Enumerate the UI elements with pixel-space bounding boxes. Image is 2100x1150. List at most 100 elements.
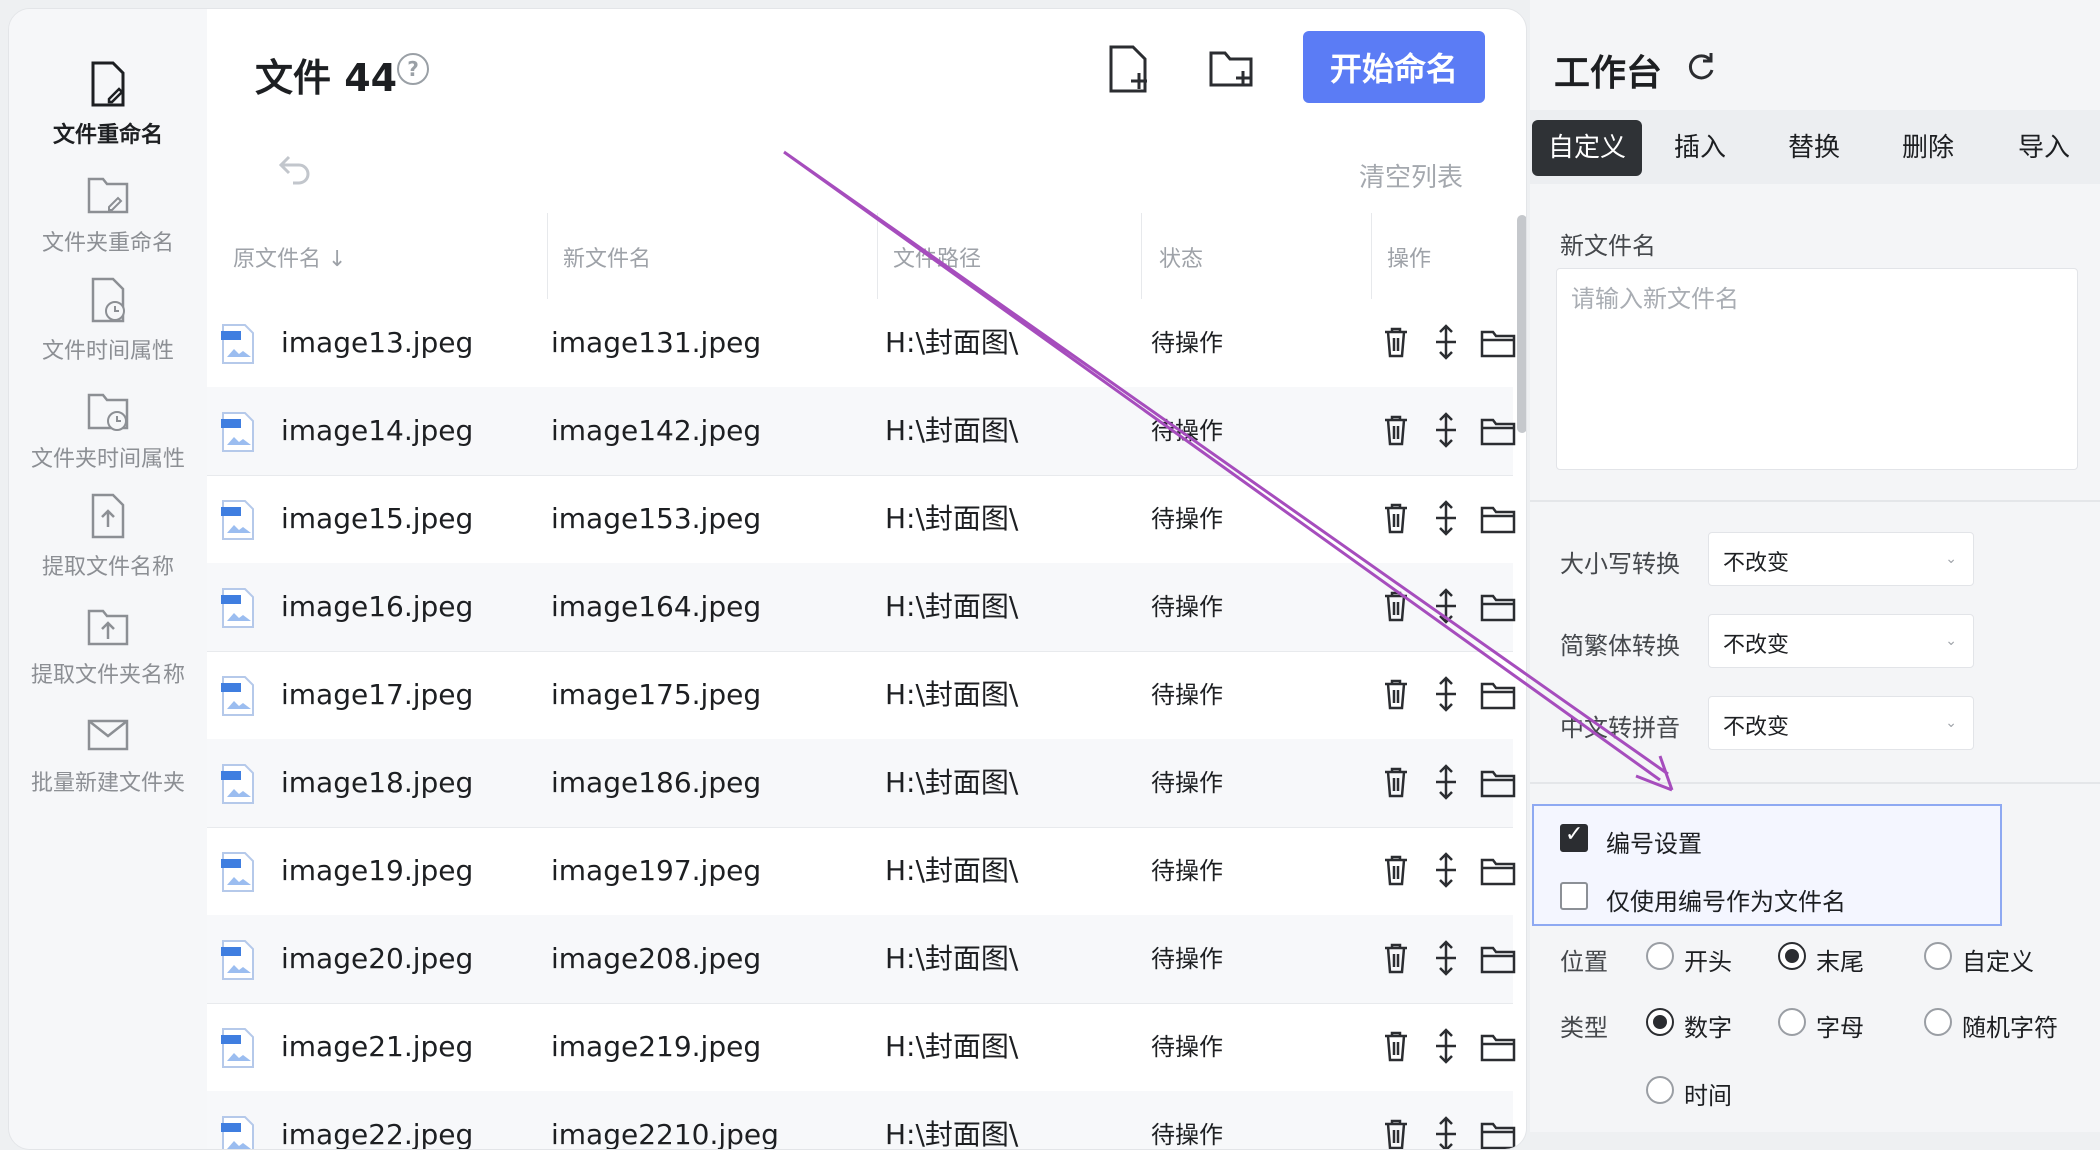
delete-icon[interactable]: [1377, 587, 1415, 625]
column-divider: [547, 213, 548, 299]
position-start-label: 开头: [1684, 948, 1732, 976]
undo-icon[interactable]: [277, 149, 313, 185]
type-time-radio[interactable]: [1646, 1076, 1674, 1104]
add-file-icon[interactable]: [1105, 43, 1153, 95]
new-name-input[interactable]: 请输入新文件名: [1556, 268, 2078, 470]
new-name: image186.jpeg: [551, 766, 762, 799]
sidebar-item-batch-new-folder[interactable]: 批量新建文件夹: [9, 707, 207, 797]
tab-import[interactable]: 导入: [2018, 120, 2070, 176]
scrollbar-thumb[interactable]: [1517, 215, 1526, 433]
open-folder-icon[interactable]: [1479, 323, 1517, 361]
new-name: image2210.jpeg: [551, 1118, 779, 1150]
move-icon[interactable]: [1427, 323, 1465, 361]
table-row[interactable]: image14.jpeg image142.jpeg H:\封面图\ 待操作: [207, 387, 1516, 476]
sort-arrow-icon[interactable]: ↓: [328, 247, 346, 272]
jpeg-file-icon: [221, 764, 254, 804]
tab-replace[interactable]: 替换: [1788, 120, 1840, 176]
number-only-checkbox[interactable]: [1560, 882, 1588, 910]
type-random-radio[interactable]: [1924, 1008, 1952, 1036]
open-folder-icon[interactable]: [1479, 411, 1517, 449]
move-icon[interactable]: [1427, 939, 1465, 977]
delete-icon[interactable]: [1377, 499, 1415, 537]
numbering-checkbox[interactable]: [1560, 822, 1588, 852]
tab-delete[interactable]: 删除: [1902, 120, 1954, 176]
app-window: 文件重命名 文件夹重命名 文件时间属性 文件夹时间属性 提取文件名称 提取文件夹…: [8, 8, 1527, 1150]
file-path: H:\封面图\: [885, 766, 1019, 799]
move-icon[interactable]: [1427, 1115, 1465, 1150]
position-custom-radio[interactable]: [1924, 942, 1952, 970]
move-icon[interactable]: [1427, 675, 1465, 713]
delete-icon[interactable]: [1377, 939, 1415, 977]
page-title: 文件 44: [255, 56, 398, 100]
sidebar-item-extract-file-names[interactable]: 提取文件名称: [9, 491, 207, 581]
delete-icon[interactable]: [1377, 1115, 1415, 1150]
open-folder-icon[interactable]: [1479, 1115, 1517, 1150]
table-row[interactable]: image16.jpeg image164.jpeg H:\封面图\ 待操作: [207, 563, 1516, 652]
new-name: image208.jpeg: [551, 942, 762, 975]
pinyin-select[interactable]: 不改变 ⌄: [1708, 696, 1974, 750]
move-icon[interactable]: [1427, 763, 1465, 801]
table-row[interactable]: image21.jpeg image219.jpeg H:\封面图\ 待操作: [207, 1003, 1516, 1092]
delete-icon[interactable]: [1377, 675, 1415, 713]
table-row[interactable]: image13.jpeg image131.jpeg H:\封面图\ 待操作: [207, 299, 1516, 388]
sidebar-item-file-rename[interactable]: 文件重命名: [9, 59, 207, 149]
open-folder-icon[interactable]: [1479, 763, 1517, 801]
sidebar-item-label: 批量新建文件夹: [30, 771, 185, 796]
delete-icon[interactable]: [1377, 323, 1415, 361]
sidebar-item-label: 文件夹时间属性: [30, 447, 185, 472]
table-row[interactable]: image15.jpeg image153.jpeg H:\封面图\ 待操作: [207, 475, 1516, 564]
move-icon[interactable]: [1427, 1027, 1465, 1065]
open-folder-icon[interactable]: [1479, 499, 1517, 537]
table-row[interactable]: image18.jpeg image186.jpeg H:\封面图\ 待操作: [207, 739, 1516, 828]
number-only-label: 仅使用编号作为文件名: [1606, 888, 1846, 916]
type-letter-radio[interactable]: [1778, 1008, 1806, 1036]
add-folder-icon[interactable]: [1207, 43, 1255, 95]
case-convert-select[interactable]: 不改变 ⌄: [1708, 532, 1974, 586]
simp-trad-select[interactable]: 不改变 ⌄: [1708, 614, 1974, 668]
table-row[interactable]: image22.jpeg image2210.jpeg H:\封面图\ 待操作: [207, 1091, 1516, 1150]
delete-icon[interactable]: [1377, 1027, 1415, 1065]
open-folder-icon[interactable]: [1479, 675, 1517, 713]
status: 待操作: [1151, 945, 1223, 973]
table-row[interactable]: image17.jpeg image175.jpeg H:\封面图\ 待操作: [207, 651, 1516, 740]
move-icon[interactable]: [1427, 587, 1465, 625]
type-time-label: 时间: [1684, 1082, 1732, 1110]
file-clock-icon: [91, 277, 125, 323]
tab-custom[interactable]: 自定义: [1532, 120, 1643, 176]
open-folder-icon[interactable]: [1479, 1027, 1517, 1065]
move-icon[interactable]: [1427, 411, 1465, 449]
divider: [1530, 500, 2100, 502]
sidebar-item-folder-rename[interactable]: 文件夹重命名: [9, 167, 207, 257]
tab-insert[interactable]: 插入: [1674, 120, 1726, 176]
column-status: 状态: [1159, 247, 1204, 272]
select-value: 不改变: [1723, 551, 1790, 576]
table-row[interactable]: image19.jpeg image197.jpeg H:\封面图\ 待操作: [207, 827, 1516, 916]
delete-icon[interactable]: [1377, 763, 1415, 801]
new-name-placeholder: 请输入新文件名: [1571, 285, 1739, 313]
move-icon[interactable]: [1427, 851, 1465, 889]
sidebar-item-folder-time[interactable]: 文件夹时间属性: [9, 383, 207, 473]
open-folder-icon[interactable]: [1479, 587, 1517, 625]
refresh-icon[interactable]: [1684, 50, 1718, 84]
open-folder-icon[interactable]: [1479, 939, 1517, 977]
sidebar-item-file-time[interactable]: 文件时间属性: [9, 275, 207, 365]
move-icon[interactable]: [1427, 499, 1465, 537]
chevron-down-icon: ⌄: [1945, 715, 1957, 731]
help-icon[interactable]: ?: [397, 53, 429, 85]
original-name: image15.jpeg: [281, 502, 474, 535]
clear-list-button[interactable]: 清空列表: [1359, 157, 1463, 194]
file-path: H:\封面图\: [885, 1030, 1019, 1063]
column-original-name[interactable]: 原文件名 ↓: [233, 241, 346, 273]
select-value: 不改变: [1723, 633, 1790, 658]
sidebar-item-extract-folder-names[interactable]: 提取文件夹名称: [9, 599, 207, 689]
open-folder-icon[interactable]: [1479, 851, 1517, 889]
jpeg-file-icon: [221, 852, 254, 892]
delete-icon[interactable]: [1377, 411, 1415, 449]
position-end-radio[interactable]: [1778, 942, 1806, 970]
file-path: H:\封面图\: [885, 414, 1019, 447]
position-start-radio[interactable]: [1646, 942, 1674, 970]
table-row[interactable]: image20.jpeg image208.jpeg H:\封面图\ 待操作: [207, 915, 1516, 1004]
type-number-radio[interactable]: [1646, 1008, 1674, 1036]
delete-icon[interactable]: [1377, 851, 1415, 889]
start-rename-button[interactable]: 开始命名: [1303, 31, 1485, 103]
